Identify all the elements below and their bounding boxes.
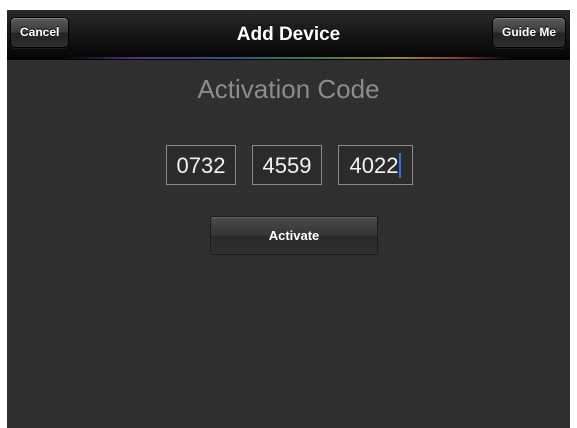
activation-code-heading: Activation Code — [197, 74, 380, 104]
page-title: Add Device — [236, 24, 341, 45]
code-field-3[interactable]: 4022 — [338, 145, 413, 185]
navigation-bar: Cancel Add Device Guide Me — [7, 10, 570, 60]
text-caret — [399, 153, 402, 178]
app-screen: Cancel Add Device Guide Me Activation Co… — [7, 10, 570, 428]
code-field-3-value: 4022 — [349, 153, 399, 178]
code-field-2[interactable]: 4559 — [252, 145, 322, 185]
code-field-1[interactable]: 0732 — [166, 145, 236, 185]
activate-button[interactable]: Activate — [210, 216, 378, 255]
code-field-2-value: 4559 — [262, 153, 312, 178]
guide-me-button[interactable]: Guide Me — [491, 17, 566, 48]
code-field-1-value: 0732 — [176, 153, 226, 178]
navbar-accent-line — [67, 57, 510, 59]
